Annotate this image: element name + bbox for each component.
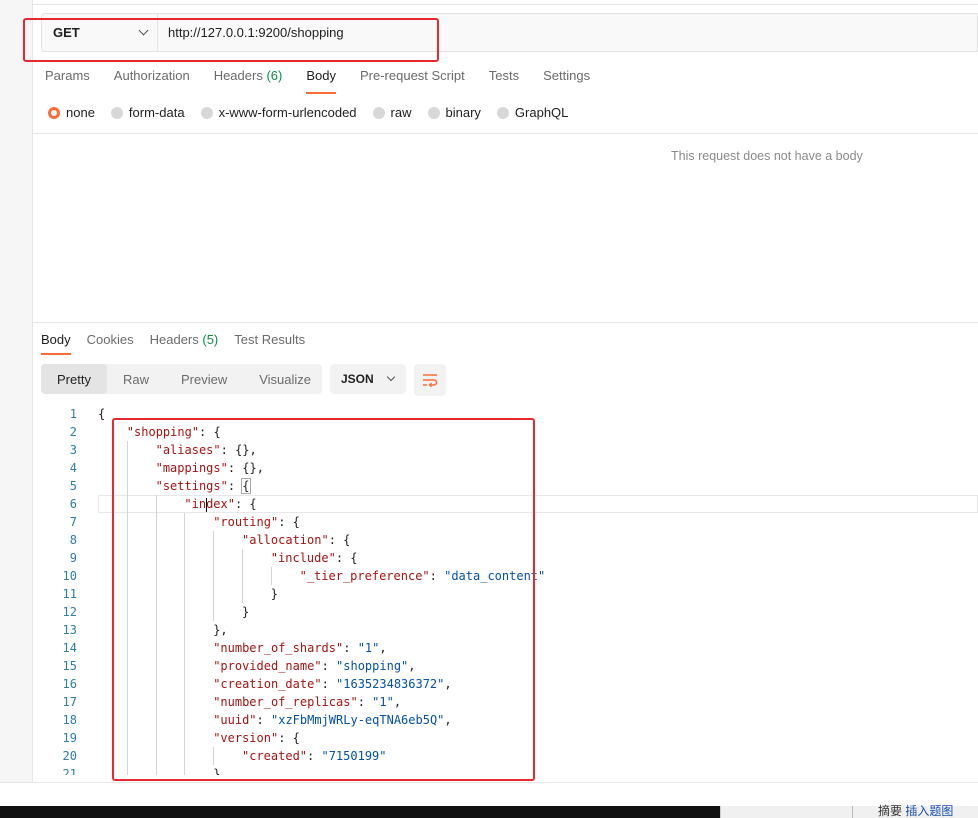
body-type-raw[interactable]: raw	[372, 105, 412, 120]
body-type-x-www-form-urlencoded[interactable]: x-www-form-urlencoded	[200, 105, 357, 120]
view-preview-button[interactable]: Preview	[165, 364, 243, 394]
annotation-box-url	[23, 18, 439, 62]
top-divider	[33, 4, 978, 5]
radio-icon	[48, 106, 60, 119]
line-number: 18	[62, 713, 77, 727]
request-tab-headers[interactable]: Headers (6)	[214, 68, 283, 94]
radio-icon	[496, 106, 509, 119]
format-select[interactable]: JSON	[330, 364, 406, 394]
tab-count: (5)	[202, 332, 219, 347]
body-type-graphql[interactable]: GraphQL	[496, 105, 569, 120]
line-content: {	[98, 405, 105, 423]
line-number: 20	[62, 749, 77, 763]
line-number: 17	[62, 695, 77, 709]
view-pretty-button[interactable]: Pretty	[41, 364, 107, 394]
line-number: 1	[69, 407, 77, 421]
view-visualize-button[interactable]: Visualize	[243, 364, 327, 394]
annotation-box-response	[112, 418, 535, 781]
insert-title-image-link[interactable]: 插入题图	[905, 804, 953, 818]
tab-label: Headers	[213, 68, 263, 83]
status-bar	[0, 782, 978, 806]
line-number: 5	[69, 479, 77, 493]
request-tab-params[interactable]: Params	[45, 68, 90, 94]
line-number: 14	[62, 641, 77, 655]
line-number: 10	[62, 569, 77, 583]
view-raw-button[interactable]: Raw	[107, 364, 165, 394]
request-tab-authorization[interactable]: Authorization	[114, 68, 190, 94]
line-number: 11	[62, 587, 77, 601]
request-tabs: Params Authorization Headers (6) Body Pre-re…	[45, 68, 614, 94]
line-number: 21	[62, 767, 77, 775]
summary-label: 摘要	[878, 804, 903, 818]
body-type-options: none form-data x-www-form-urlencoded raw bin…	[48, 105, 584, 120]
line-number: 3	[69, 443, 77, 457]
line-number: 8	[69, 533, 77, 547]
line-number: 2	[69, 425, 77, 439]
json-punct: {	[98, 407, 106, 421]
line-number: 15	[62, 659, 77, 673]
radio-label: none	[66, 105, 95, 120]
radio-icon	[110, 106, 123, 119]
response-tab-cookies[interactable]: Cookies	[87, 332, 134, 355]
response-tab-headers[interactable]: Headers (5)	[150, 332, 219, 355]
line-number: 13	[62, 623, 77, 637]
radio-icon	[427, 106, 440, 119]
radio-label: form-data	[128, 105, 185, 120]
body-type-binary[interactable]: binary	[427, 105, 481, 120]
taskbar-divider	[852, 806, 853, 818]
tab-label: Params	[45, 68, 90, 83]
request-tab-pre-request-script[interactable]: Pre-request Script	[360, 68, 465, 94]
line-number: 7	[69, 515, 77, 529]
tab-label: Tests	[488, 68, 520, 83]
tab-label: Headers	[149, 332, 199, 347]
format-label: JSON	[341, 372, 374, 386]
radio-label: x-www-form-urlencoded	[218, 105, 357, 120]
wrap-lines-icon	[423, 374, 438, 387]
response-tabs: Body Cookies Headers (5) Test Results	[41, 332, 321, 355]
line-number: 4	[69, 461, 77, 475]
tab-label: Test Results	[234, 332, 306, 347]
body-type-none[interactable]: none	[48, 105, 95, 120]
taskbar-actions: 摘要 插入题图	[878, 804, 953, 818]
body-type-form-data[interactable]: form-data	[110, 105, 185, 120]
empty-body-message: This request does not have a body	[671, 149, 863, 163]
line-number: 9	[69, 551, 77, 565]
line-number: 6	[69, 497, 77, 511]
line-number: 12	[62, 605, 77, 619]
radio-label: GraphQL	[514, 105, 569, 120]
tab-label: Settings	[543, 68, 591, 83]
radio-icon	[372, 106, 385, 119]
line-number: 16	[62, 677, 77, 691]
request-tab-tests[interactable]: Tests	[489, 68, 519, 94]
tab-label: Body	[306, 68, 336, 83]
chevron-down-icon	[386, 372, 396, 382]
radio-icon	[200, 106, 213, 119]
request-tab-body[interactable]: Body	[306, 68, 336, 94]
wrap-lines-button[interactable]	[414, 364, 446, 396]
view-mode-toolbar: Pretty Raw Preview Visualize	[41, 364, 322, 394]
tab-label: Cookies	[86, 332, 134, 347]
response-tab-test-results[interactable]: Test Results	[234, 332, 305, 355]
tab-label: Pre-request Script	[359, 68, 465, 83]
request-tab-settings[interactable]: Settings	[543, 68, 590, 94]
radio-label: binary	[445, 105, 481, 120]
line-number: 19	[62, 731, 77, 745]
left-sidebar-strip	[0, 0, 33, 782]
tab-label: Body	[41, 332, 71, 347]
tab-label: Authorization	[113, 68, 190, 83]
response-tab-body[interactable]: Body	[41, 332, 71, 355]
tab-count: (6)	[266, 68, 283, 83]
radio-label: raw	[390, 105, 412, 120]
